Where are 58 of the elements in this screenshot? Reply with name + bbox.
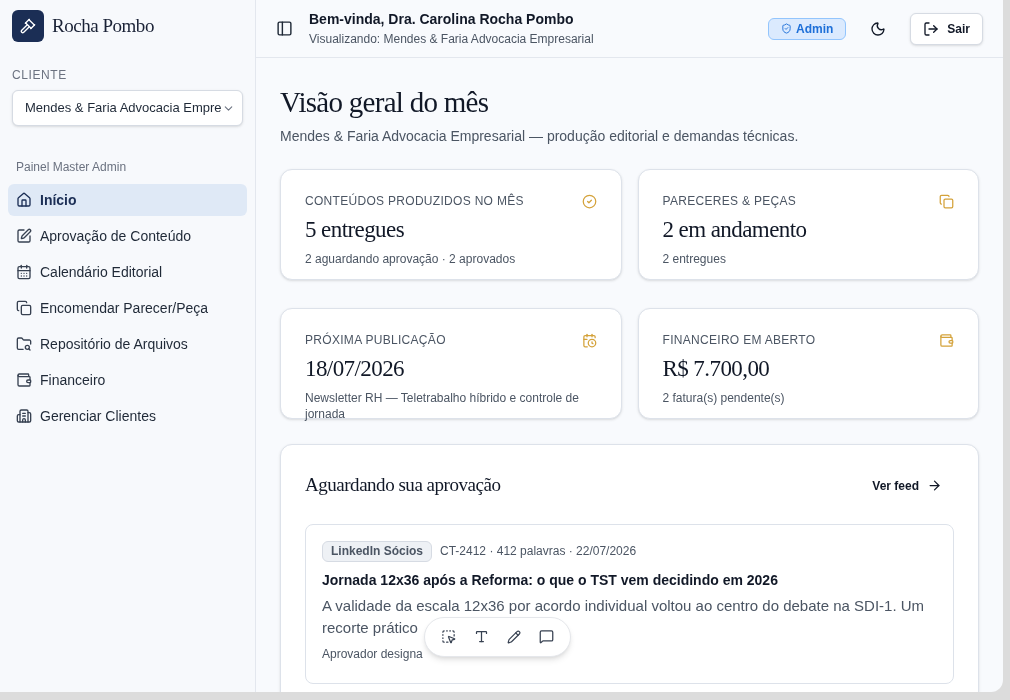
stat-label: PARECERES & PEÇAS xyxy=(662,193,797,211)
wallet-icon xyxy=(939,332,954,348)
stat-detail: 2 aguardando aprovação · 2 aprovados xyxy=(305,251,517,267)
dark-mode-icon[interactable] xyxy=(870,20,887,37)
check-circle-icon xyxy=(581,193,597,209)
viewing-client: Visualizando: Mendes & Faria Advocacia Empresarial xyxy=(309,31,595,48)
stat-value: 5 entregues xyxy=(305,216,406,245)
page-title: Visão geral do mês xyxy=(280,85,490,120)
nav-item[interactable]: Repositório de Arquivos xyxy=(8,328,247,360)
brand-name: Rocha Pombo xyxy=(52,13,154,38)
channel-tag: LinkedIn Sócios xyxy=(322,540,432,562)
greeting: Bem-vinda, Dra. Carolina Rocha Pombo xyxy=(309,10,575,29)
nav-section-title: Painel Master Admin xyxy=(15,159,128,176)
content-meta: CT-2412 · 412 palavras · 22/07/2026 xyxy=(440,543,637,561)
stat-value: 2 em andamento xyxy=(662,216,808,245)
nav-item[interactable]: Encomendar Parecer/Peça xyxy=(8,292,247,324)
content-title: Jornada 12x36 após a Reforma: o que o TST vem decidindo em 2026 xyxy=(322,570,779,590)
calendar-clock-icon xyxy=(581,332,597,348)
stat-value: 18/07/2026 xyxy=(305,355,406,384)
comment-icon[interactable] xyxy=(539,629,554,645)
sidebar-toggle-icon[interactable] xyxy=(276,20,293,37)
client-select[interactable]: Mendes & Faria Advocacia Empre xyxy=(12,90,243,126)
nav-item[interactable]: Calendário Editorial xyxy=(8,256,247,288)
select-icon[interactable] xyxy=(441,629,456,645)
house-icon xyxy=(16,192,32,208)
logout-button[interactable]: Sair xyxy=(910,12,983,45)
folder-search-icon xyxy=(16,336,32,352)
nav-item[interactable]: Financeiro xyxy=(8,364,247,396)
content-excerpt: A validade da escala 12x36 por acordo individual voltou ao centro do debate na SDI-1. Um xyxy=(322,595,925,616)
stat-detail: 2 fatura(s) pendente(s) xyxy=(662,390,786,406)
content-excerpt-continued: recorte prático xyxy=(322,617,418,638)
stat-detail: 2 entregues xyxy=(662,251,727,267)
pencil-icon[interactable] xyxy=(507,629,521,644)
logout-icon xyxy=(923,20,940,37)
stat-detail: Newsletter RH — Teletrabalho híbrido e controle de jornada xyxy=(305,390,580,422)
wallet-icon xyxy=(16,372,32,388)
nav-item[interactable]: Gerenciar Clientes xyxy=(8,400,247,432)
copy-icon xyxy=(16,300,32,316)
nav-item[interactable]: Início xyxy=(8,184,247,216)
copy-icon xyxy=(939,193,954,209)
text-icon[interactable] xyxy=(474,629,489,645)
nav-item[interactable]: Aprovação de Conteúdo xyxy=(8,220,247,252)
stat-label: FINANCEIRO EM ABERTO xyxy=(662,332,816,350)
edit-icon xyxy=(16,228,32,244)
logo-icon xyxy=(12,10,44,42)
role-badge: Admin xyxy=(767,17,847,40)
client-label: CLIENTE xyxy=(11,67,68,84)
view-feed-link[interactable]: Ver feed xyxy=(872,476,942,495)
building-icon xyxy=(16,408,32,424)
stat-value: R$ 7.700,00 xyxy=(662,355,771,384)
stat-label: CONTEÚDOS PRODUZIDOS NO MÊS xyxy=(305,192,524,211)
arrow-right-icon xyxy=(927,478,942,493)
section-title: Aguardando sua aprovação xyxy=(305,473,501,498)
content-item[interactable] xyxy=(305,523,954,684)
calendar-icon xyxy=(16,264,32,280)
stat-label: PRÓXIMA PUBLICAÇÃO xyxy=(305,331,446,350)
page-subtitle: Mendes & Faria Advocacia Empresarial — produção editorial e demandas técnicas. xyxy=(280,127,800,147)
approver-text: Aprovador designa xyxy=(322,645,424,663)
